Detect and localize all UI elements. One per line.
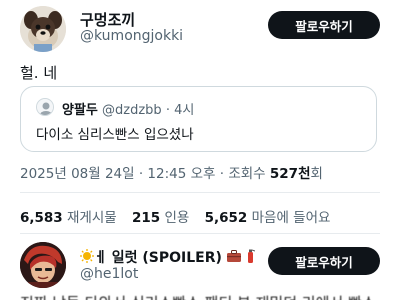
timestamp-text: 2025년 08월 24일 · 12:45 오후 · 조회수 — [20, 166, 270, 182]
author-handle[interactable]: @kumongjokki — [80, 28, 183, 44]
divider — [20, 233, 380, 234]
like-label[interactable]: 마음에 들어요 — [252, 210, 331, 226]
engagement-stats: 6,583 재게시물 215 인용 5,652 마음에 들어요 — [20, 206, 341, 226]
reply-author-name[interactable]: ㅔ 일럿 (SPOILER) — [80, 247, 255, 267]
like-count[interactable]: 5,652 — [205, 210, 248, 226]
tweet-page: 구멍조끼 @kumongjokki 팔로우하기 헐. 네 양팔두 @dzdzbb… — [0, 0, 400, 300]
quote-time[interactable]: 4시 — [174, 103, 194, 118]
dog-avatar-icon — [20, 6, 66, 52]
follow-button[interactable]: 팔로우하기 — [268, 11, 380, 39]
divider — [20, 192, 380, 193]
author-name[interactable]: 구멍조끼 — [80, 9, 135, 30]
quote-author-name[interactable]: 양팔두 — [62, 103, 98, 118]
suitcase-emoji-icon — [226, 250, 241, 266]
quote-label[interactable]: 인용 — [164, 210, 189, 226]
quote-count[interactable]: 215 — [132, 210, 160, 226]
repost-label[interactable]: 재게시물 — [67, 210, 117, 226]
repost-count[interactable]: 6,583 — [20, 210, 63, 226]
author-avatar[interactable] — [20, 6, 66, 52]
quote-author-avatar[interactable] — [36, 98, 54, 116]
quote-text: 다이소 심리스빤스 입으셨나 — [36, 127, 194, 143]
reply-author-avatar[interactable] — [20, 242, 66, 288]
view-count: 527천 — [269, 166, 311, 182]
quote-header: 양팔두 @dzdzbb · 4시 — [62, 99, 194, 118]
tweet-timestamp[interactable]: 2025년 08월 24일 · 12:45 오후 · 조회수 527천회 — [20, 162, 323, 182]
sun-emoji-icon — [80, 249, 94, 267]
reply-author-handle[interactable]: @he1lot — [80, 266, 138, 282]
reply-follow-button[interactable]: 팔로우하기 — [268, 247, 380, 275]
quote-separator: · — [165, 103, 170, 118]
view-count-suffix: 회 — [310, 166, 323, 182]
character-avatar-icon — [20, 242, 66, 288]
person-avatar-icon — [37, 99, 53, 115]
reply-text: 진짜 남들 다와서 심리스빤스 팬티 본 재밌던 리에서 빤스 — [20, 292, 376, 300]
fire-extinguisher-emoji-icon — [246, 249, 255, 267]
reply-author-name-text: ㅔ 일럿 (SPOILER) — [94, 250, 222, 266]
quote-author-handle[interactable]: @dzdzbb — [102, 103, 162, 118]
tweet-text: 헐. 네 — [20, 64, 58, 82]
quoted-tweet-card[interactable]: 양팔두 @dzdzbb · 4시 다이소 심리스빤스 입으셨나 — [20, 86, 377, 152]
